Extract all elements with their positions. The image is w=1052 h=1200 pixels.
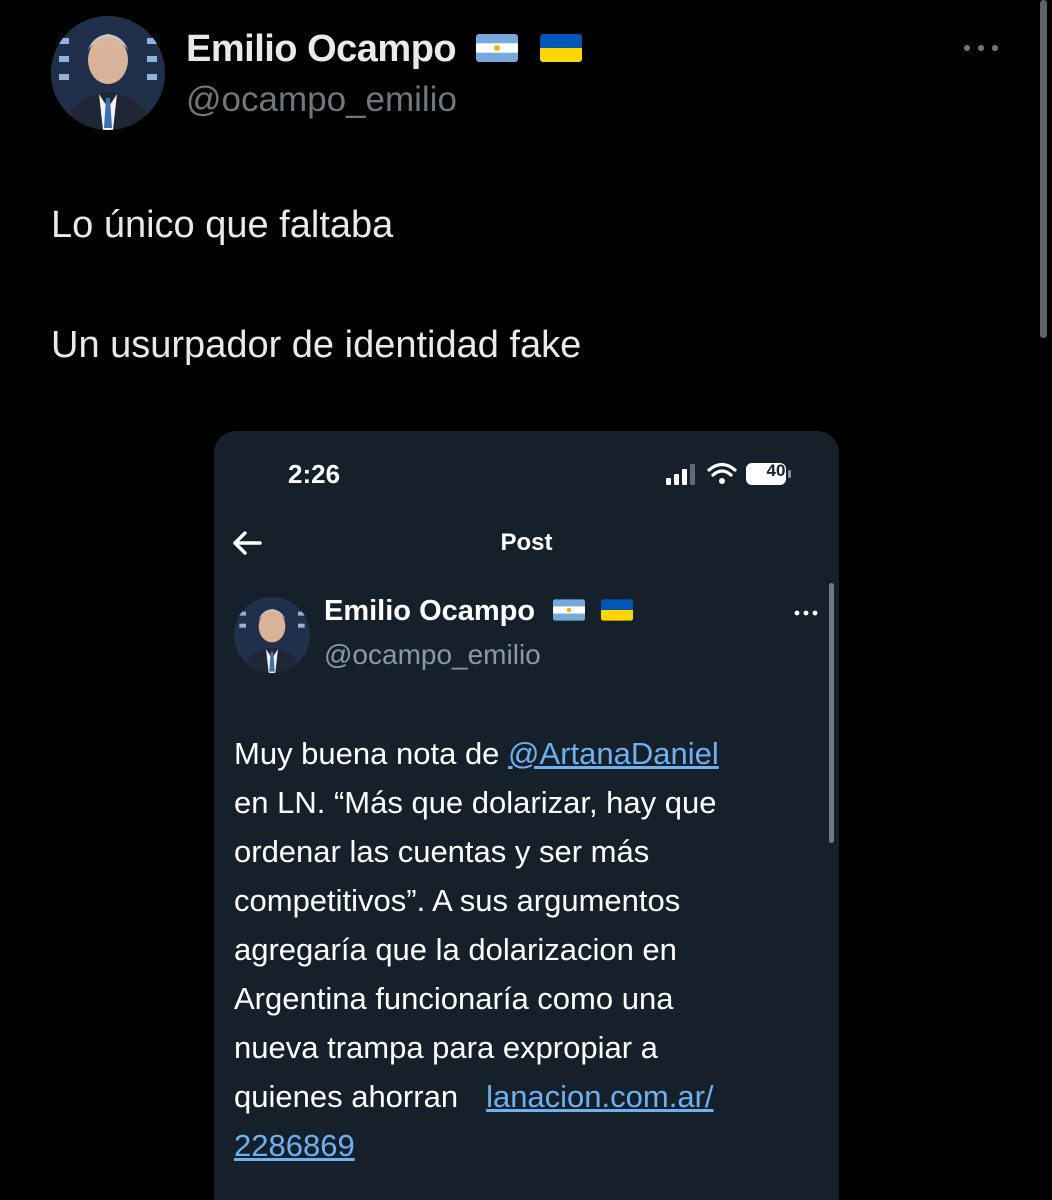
person-avatar-icon: [51, 16, 165, 130]
ukraine-flag-icon: [540, 33, 583, 62]
post-text-line: Muy buena nota de @ArtanaDaniel: [234, 729, 809, 778]
wifi-icon: [707, 462, 737, 484]
post-text-segment: quienes ahorran: [234, 1079, 459, 1114]
argentina-flag-icon: [476, 33, 519, 62]
tweet-text-line: Lo único que faltaba: [51, 204, 394, 246]
embedded-author-avatar[interactable]: [234, 597, 310, 673]
person-avatar-icon: [234, 597, 310, 673]
embedded-author-handle[interactable]: @ocampo_emilio: [324, 639, 541, 671]
nav-title: Post: [500, 529, 553, 556]
tweet-page: Emilio Ocampo @ocampo_emilio Lo único qu…: [0, 0, 1052, 1200]
post-text-line: agregaría que la dolarizacion en: [234, 932, 677, 967]
post-text-line: nueva trampa para expropiar a: [234, 1030, 658, 1065]
status-time: 2:26: [288, 459, 341, 489]
post-text-line: competitivos”. A sus argumentos: [234, 883, 681, 918]
battery-level: 40: [766, 461, 786, 480]
page-scrollbar[interactable]: [1040, 0, 1047, 338]
author-name[interactable]: Emilio Ocampo: [186, 28, 583, 71]
post-text-segment: Muy buena nota de: [234, 736, 509, 771]
tweet-text-line: Un usurpador de identidad fake: [51, 324, 582, 366]
embedded-author-name[interactable]: Emilio Ocampo: [324, 595, 634, 628]
author-avatar[interactable]: [51, 16, 165, 130]
author-name-text: Emilio Ocampo: [186, 28, 457, 70]
embedded-screenshot[interactable]: 2:26 40 Post Emilio Ocampo @ocampo_emili…: [214, 431, 839, 1200]
more-horizontal-icon[interactable]: [793, 606, 819, 620]
post-text-line: ordenar las cuentas y ser más: [234, 834, 650, 869]
embedded-author-name-text: Emilio Ocampo: [324, 595, 536, 627]
signal-icon: [666, 464, 695, 485]
post-text-line: Argentina funcionaría como una: [234, 981, 674, 1016]
article-link-continued[interactable]: 2286869: [234, 1128, 355, 1163]
embedded-scrollbar[interactable]: [829, 583, 834, 843]
author-handle[interactable]: @ocampo_emilio: [186, 80, 457, 120]
ukraine-flag-icon: [601, 599, 634, 622]
post-text-line: en LN. “Más que dolarizar, hay que: [234, 785, 717, 820]
more-horizontal-icon[interactable]: [961, 38, 1001, 58]
post-text-line: 2286869: [234, 1121, 809, 1170]
post-text-line: quienes ahorran lanacion.com.ar/: [234, 1072, 809, 1121]
mention-link[interactable]: @ArtanaDaniel: [508, 736, 719, 771]
embedded-post-text: Muy buena nota de @ArtanaDaniel en LN. “…: [234, 729, 809, 1170]
argentina-flag-icon: [553, 599, 586, 622]
article-link[interactable]: lanacion.com.ar/: [486, 1079, 713, 1114]
